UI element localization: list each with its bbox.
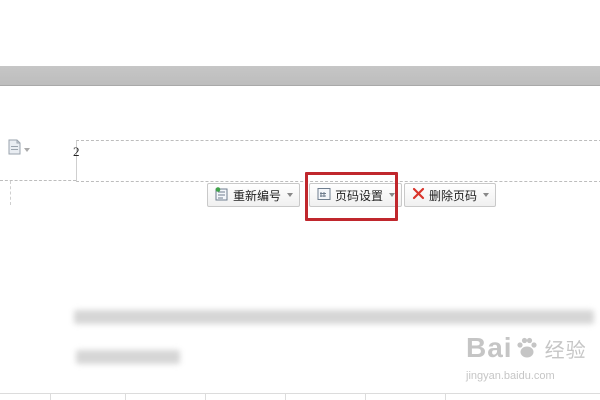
page-number-settings-icon — [317, 187, 331, 204]
watermark-text: 经验 — [544, 339, 587, 362]
renumber-label: 重新编号 — [233, 188, 282, 203]
renumber-button[interactable]: 重新编号 — [207, 183, 301, 207]
blurred-text-line — [76, 350, 180, 364]
header-divider — [0, 180, 76, 181]
chevron-down-icon — [287, 193, 294, 197]
chevron-down-icon — [389, 193, 396, 197]
page-number-settings-label: 页码设置 — [335, 188, 384, 203]
page-number-settings-button[interactable]: 页码设置 — [309, 183, 403, 207]
page-header-region[interactable] — [76, 140, 600, 182]
watermark-url: jingyan.baidu.com — [466, 370, 555, 382]
bottom-divider — [0, 393, 600, 394]
document-icon — [8, 139, 21, 160]
close-icon — [412, 187, 425, 203]
blurred-text-line — [74, 310, 594, 324]
delete-page-number-button[interactable]: 删除页码 — [404, 183, 497, 207]
margin-mark — [0, 181, 11, 205]
chevron-down-icon — [483, 193, 490, 197]
page-number-field[interactable]: 2 — [73, 145, 80, 158]
delete-page-number-label: 删除页码 — [429, 188, 478, 203]
toolbar-gray-band — [0, 66, 600, 86]
watermark-text: Bai — [466, 332, 513, 363]
header-options-dropdown[interactable] — [8, 139, 30, 160]
watermark: Bai 经验 jingyan.baidu.com — [446, 330, 596, 390]
paw-icon — [514, 335, 540, 361]
chevron-down-icon — [24, 147, 30, 152]
renumber-icon — [215, 186, 229, 204]
